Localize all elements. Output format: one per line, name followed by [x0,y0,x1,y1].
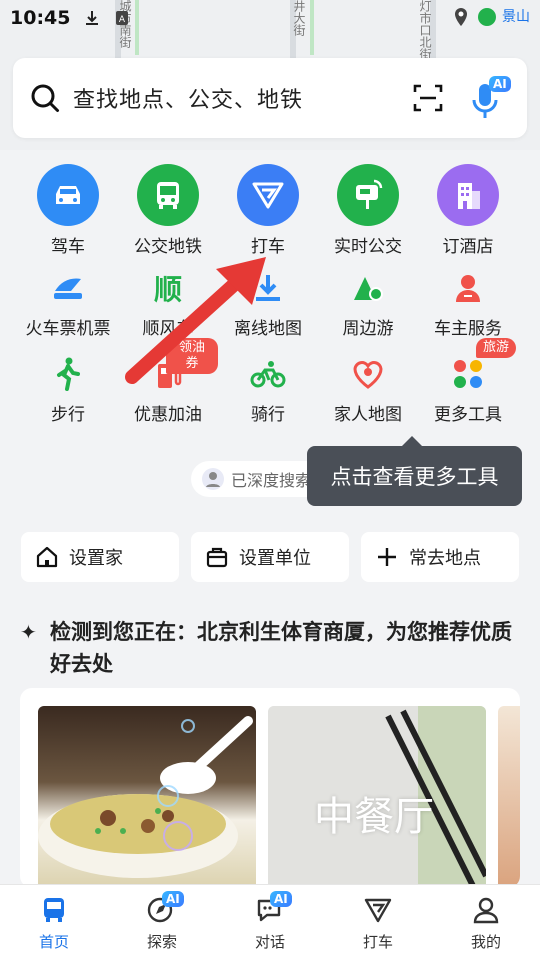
grid-item-label: 优惠加油 [134,405,202,425]
soup-bowl-image [38,716,253,878]
grid-item-label: 订酒店 [442,237,494,257]
grid-item-taxi[interactable]: 打车 [218,164,318,257]
food-photo-3[interactable] [498,706,520,888]
set-work-label: 设置单位 [239,548,311,569]
voice-ai-button[interactable]: AI [471,76,511,120]
grid-item-car-owner[interactable]: 车主服务 [418,268,518,339]
train-icon [48,268,88,308]
grid-item-nearby-travel[interactable]: 周边游 [318,268,418,339]
nav-label: 打车 [362,933,393,951]
more-tools-icon [448,354,488,394]
status-bar: 10:45 A 景山 [10,4,530,32]
ai-badge: AI [270,891,292,907]
walk-icon [48,354,88,394]
set-home-label: 设置家 [69,548,123,569]
grid-item-label: 火车票机票 [25,319,111,339]
travel-tag: 旅游 [476,338,517,358]
grid-item-label: 更多工具 [434,405,502,425]
grid-item-more-tools[interactable]: 更多工具 旅游 [418,338,518,425]
grid-item-label: 实时公交 [334,237,402,257]
restaurant-photo-2[interactable]: 中餐厅 [268,706,486,888]
search-icon [31,84,59,112]
grid-item-label: 打车 [251,237,285,257]
status-time: 10:45 [10,7,71,29]
nav-label: 探索 [146,933,177,951]
app-notification-icon: A [116,11,129,25]
recommend-card[interactable]: 中餐厅 [20,688,520,888]
taxi-nav-icon [364,898,392,923]
grid-item-label: 步行 [51,405,85,425]
map-label: 景山 [502,8,530,25]
grid-item-transit[interactable]: 公交地铁 [118,164,218,257]
svg-text:A: A [119,15,126,25]
home-icon [36,546,58,568]
family-map-icon [348,354,388,394]
grid-item-walk[interactable]: 步行 [18,354,118,425]
nav-chat[interactable]: AI 对话 [216,885,324,960]
nav-taxi[interactable]: 打车 [324,885,432,960]
bottom-nav: 首页 AI 探索 AI 对话 打车 我的 [0,884,540,960]
avatar [202,468,224,490]
plus-icon [378,548,396,566]
frequent-places-label: 常去地点 [409,548,481,569]
grid-item-family-map[interactable]: 家人地图 [318,354,418,425]
nav-explore[interactable]: AI 探索 [108,885,216,960]
grid-item-realtime-bus[interactable]: 实时公交 [318,164,418,257]
nav-home[interactable]: 首页 [0,885,108,960]
scan-icon[interactable] [411,81,445,115]
grid-item-label: 公交地铁 [134,237,202,257]
restaurant-label: 中餐厅 [314,794,434,840]
more-tools-tooltip[interactable]: 点击查看更多工具 [307,436,522,506]
location-icon [455,8,467,26]
grid-item-train[interactable]: 火车票机票 [18,268,118,339]
grid-item-label: 骑行 [251,405,285,425]
ai-badge: AI [489,76,511,92]
annotation-arrow [125,257,266,384]
recommend-text: 检测到您正在：北京利生体育商厦，为您推荐优质好去处 [50,620,512,676]
grid-item-hotel[interactable]: 订酒店 [418,164,518,257]
grid-item-label: 车主服务 [434,319,502,339]
taxi-icon [237,164,299,226]
profile-icon [473,897,499,924]
frequent-places-button[interactable]: 常去地点 [361,532,519,582]
sparkle-icon: ✦ [20,620,37,644]
nav-label: 我的 [470,933,501,951]
nav-label: 首页 [38,933,69,951]
hotel-icon [437,164,499,226]
bus-icon [137,164,199,226]
car-owner-icon [448,268,488,308]
nav-profile[interactable]: 我的 [432,885,540,960]
home-bus-icon [44,898,64,922]
car-icon [37,164,99,226]
set-work-button[interactable]: 设置单位 [191,532,349,582]
recommend-title: ✦ 检测到您正在：北京利生体育商厦，为您推荐优质好去处 [20,616,520,680]
map-poi-icon [478,8,496,26]
search-input[interactable]: 查找地点、公交、地铁 [73,82,411,114]
download-icon [86,11,99,25]
grid-item-label: 周边游 [342,319,394,339]
deep-search-text: 已深度搜索 [231,471,312,490]
grid-item-label: 驾车 [51,237,85,257]
set-home-button[interactable]: 设置家 [21,532,179,582]
grid-item-drive[interactable]: 驾车 [18,164,118,257]
nearby-travel-icon [348,268,388,308]
tooltip-text: 点击查看更多工具 [330,465,499,489]
grid-item-label: 家人地图 [334,405,402,425]
nav-label: 对话 [254,933,285,951]
briefcase-icon [206,547,228,568]
food-photo-1[interactable] [38,706,256,888]
ai-badge: AI [162,891,184,907]
search-bar[interactable]: 查找地点、公交、地铁 AI [13,58,527,138]
realtime-bus-icon [337,164,399,226]
status-right: 景山 [450,6,530,28]
